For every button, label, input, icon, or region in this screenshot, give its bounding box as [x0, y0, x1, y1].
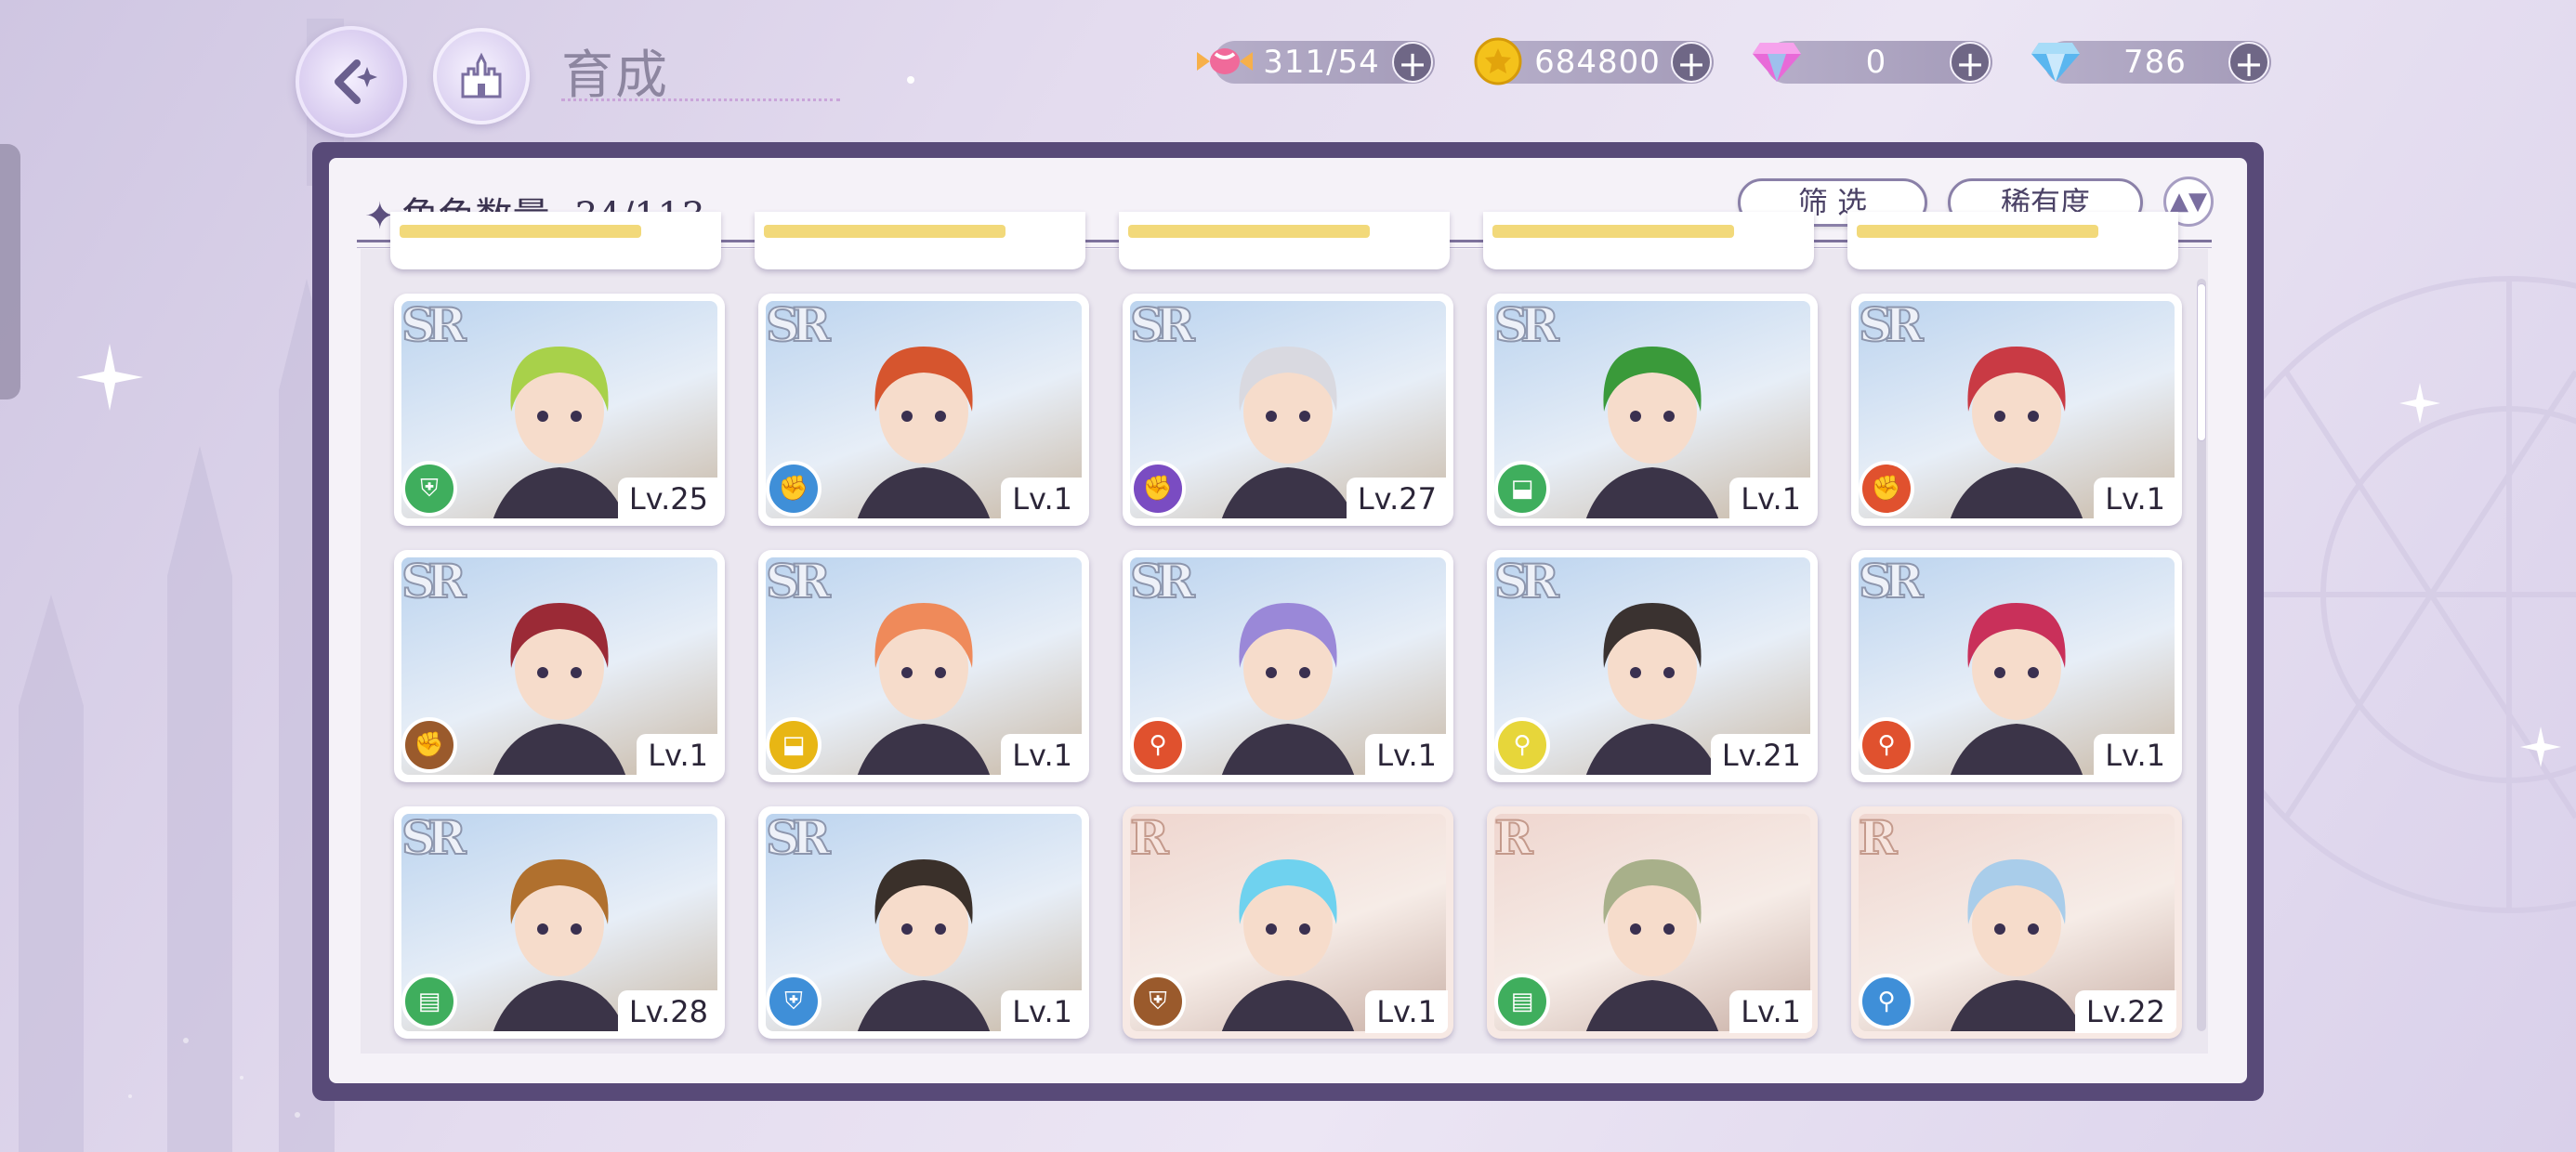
partial-card[interactable]: [1483, 212, 1814, 269]
rarity-badge: SR: [1493, 553, 1560, 609]
character-figure: [1221, 859, 1355, 1031]
add-blue-diamond-button[interactable]: +: [2228, 42, 2269, 85]
fist-icon: ✊: [766, 461, 821, 517]
side-drawer-tab[interactable]: [0, 144, 20, 399]
add-gold-button[interactable]: +: [1671, 42, 1712, 85]
level-label: Lv.1: [1001, 990, 1084, 1033]
rarity-badge: SR: [401, 553, 467, 609]
level-label: Lv.1: [2094, 734, 2176, 777]
rarity-badge: SR: [401, 809, 467, 866]
blue-diamond-icon: [2026, 32, 2085, 91]
title-decoration: [561, 72, 840, 101]
character-card[interactable]: SR ⛨ Lv.1: [758, 806, 1089, 1039]
currency-blue-diamond: 786 +: [2031, 41, 2271, 85]
character-card[interactable]: SR ✊ Lv.27: [1123, 294, 1453, 526]
level-label: Lv.22: [2074, 990, 2176, 1033]
partial-card[interactable]: [1847, 212, 2178, 269]
level-label: Lv.1: [1365, 734, 1448, 777]
rarity-badge: SR: [765, 296, 832, 353]
character-figure: [857, 603, 991, 775]
level-label: Lv.1: [1001, 734, 1084, 777]
gold-coin-icon: [1468, 32, 1528, 91]
boot-icon: ⬓: [766, 717, 821, 773]
level-label: Lv.1: [637, 734, 719, 777]
home-button[interactable]: [433, 28, 530, 124]
character-card[interactable]: SR ▤ Lv.28: [394, 806, 725, 1039]
currency-stamina: 311/54 +: [1197, 41, 1435, 85]
character-figure: [493, 603, 626, 775]
book-icon: ▤: [401, 974, 457, 1029]
character-figure: [857, 347, 991, 518]
staff-icon: ⚲: [1859, 974, 1914, 1029]
rarity-badge: SR: [1858, 296, 1925, 353]
character-card[interactable]: SR ⚲ Lv.1: [1851, 550, 2182, 782]
level-label: Lv.1: [1365, 990, 1448, 1033]
staff-icon: ⚲: [1494, 717, 1550, 773]
fist-icon: ✊: [1859, 461, 1914, 517]
shield-icon: ⛨: [766, 974, 821, 1029]
character-card[interactable]: SR ✊ Lv.1: [758, 294, 1089, 526]
character-card[interactable]: R ⛨ Lv.1: [1123, 806, 1453, 1039]
character-figure: [1221, 603, 1355, 775]
partial-card[interactable]: [390, 212, 721, 269]
back-button[interactable]: [296, 26, 407, 137]
rarity-badge: SR: [1493, 296, 1560, 353]
character-figure: [857, 859, 991, 1031]
boot-icon: ⬓: [1494, 461, 1550, 517]
rarity-badge: SR: [765, 553, 832, 609]
character-card[interactable]: SR ⚲ Lv.21: [1487, 550, 1818, 782]
level-label: Lv.1: [2094, 478, 2176, 520]
pink-diamond-icon: [1747, 32, 1807, 91]
level-label: Lv.27: [1346, 478, 1448, 520]
staff-icon: ⚲: [1859, 717, 1914, 773]
character-card[interactable]: SR ⬓ Lv.1: [758, 550, 1089, 782]
add-stamina-button[interactable]: +: [1392, 42, 1433, 85]
rarity-badge: SR: [1129, 296, 1196, 353]
character-figure: [1950, 603, 2083, 775]
level-label: Lv.1: [1001, 478, 1084, 520]
character-card[interactable]: SR ✊ Lv.1: [1851, 294, 2182, 526]
character-card[interactable]: R ▤ Lv.1: [1487, 806, 1818, 1039]
character-card[interactable]: R ⚲ Lv.22: [1851, 806, 2182, 1039]
castle-icon: [461, 52, 502, 98]
fist-icon: ✊: [401, 717, 457, 773]
character-figure: [1585, 859, 1719, 1031]
candy-icon: [1195, 32, 1255, 91]
book-icon: ▤: [1494, 974, 1550, 1029]
rarity-badge: SR: [1129, 553, 1196, 609]
rarity-badge: R: [1129, 809, 1169, 866]
partial-card[interactable]: [1119, 212, 1450, 269]
character-card[interactable]: SR ⚲ Lv.1: [1123, 550, 1453, 782]
rarity-badge: R: [1493, 809, 1533, 866]
rarity-badge: R: [1858, 809, 1898, 866]
rarity-badge: SR: [765, 809, 832, 866]
back-arrow-icon: [335, 59, 377, 104]
partial-card[interactable]: [755, 212, 1085, 269]
shield-icon: ⛨: [401, 461, 457, 517]
staff-icon: ⚲: [1130, 717, 1186, 773]
rarity-badge: SR: [1858, 553, 1925, 609]
character-card[interactable]: SR ⬓ Lv.1: [1487, 294, 1818, 526]
currency-gold: 684800 +: [1474, 37, 1714, 85]
level-label: Lv.25: [617, 478, 719, 520]
character-card[interactable]: SR ✊ Lv.1: [394, 550, 725, 782]
character-figure: [1585, 347, 1719, 518]
shield-icon: ⛨: [1130, 974, 1186, 1029]
scrollbar-thumb[interactable]: [2197, 283, 2206, 441]
character-figure: [1950, 347, 2083, 518]
level-label: Lv.1: [1729, 478, 1812, 520]
rarity-badge: SR: [401, 296, 467, 353]
level-label: Lv.1: [1729, 990, 1812, 1033]
level-label: Lv.28: [617, 990, 719, 1033]
fist-icon: ✊: [1130, 461, 1186, 517]
level-label: Lv.21: [1710, 734, 1812, 777]
character-card[interactable]: SR ⛨ Lv.25: [394, 294, 725, 526]
currency-pink-diamond: 0 +: [1753, 41, 1992, 85]
add-pink-diamond-button[interactable]: +: [1950, 42, 1991, 85]
